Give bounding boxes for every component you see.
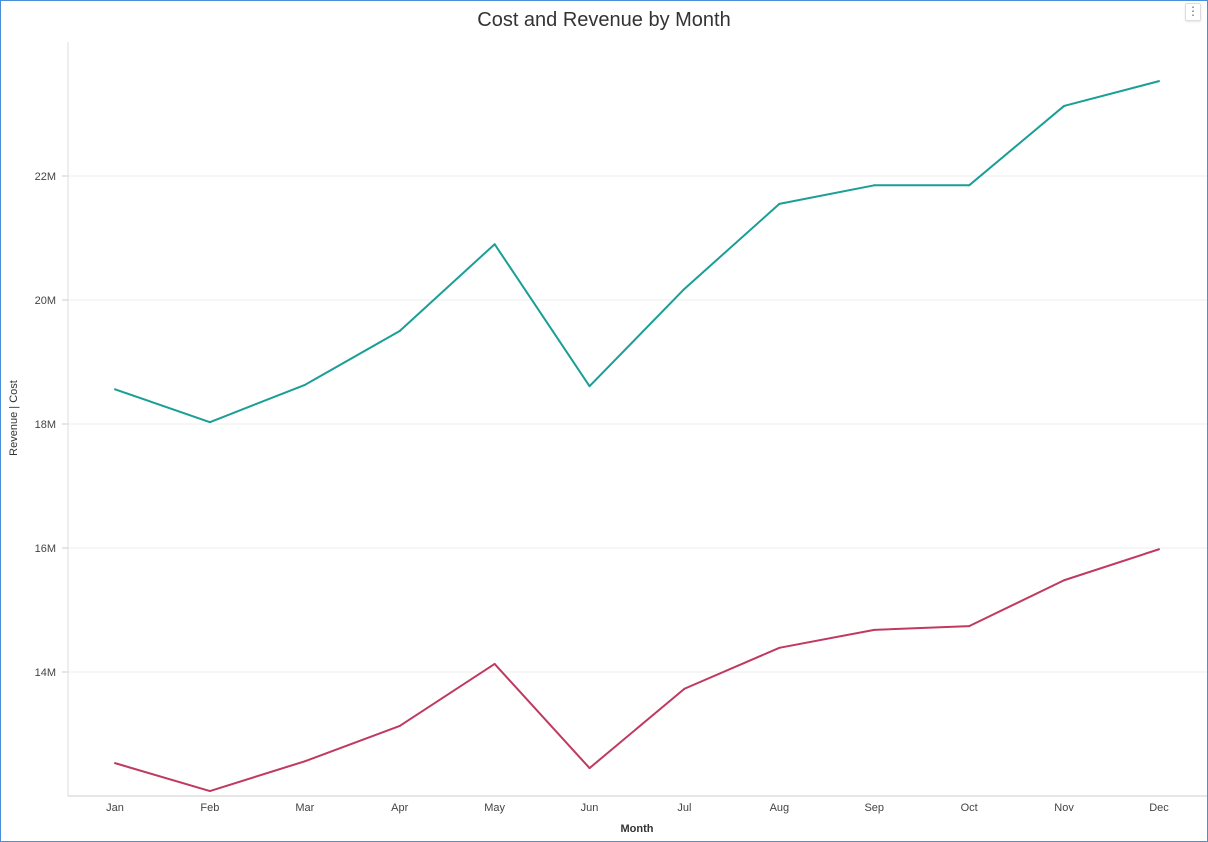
- data-point: [1063, 104, 1066, 107]
- data-point: [208, 421, 211, 424]
- x-tick-label: Oct: [961, 802, 978, 814]
- data-point: [114, 388, 116, 391]
- data-point: [968, 184, 971, 187]
- y-tick-label: 16M: [35, 543, 56, 555]
- data-point: [873, 628, 876, 631]
- x-tick-label: Aug: [770, 802, 790, 814]
- data-point: [1158, 548, 1160, 551]
- data-point: [208, 790, 211, 793]
- y-tick-label: 14M: [35, 667, 56, 679]
- data-point: [778, 202, 781, 205]
- data-point: [683, 687, 686, 690]
- data-point: [398, 724, 401, 727]
- data-point: [398, 330, 401, 332]
- data-point: [588, 767, 591, 770]
- data-point: [1158, 80, 1160, 83]
- x-tick-label: Dec: [1149, 802, 1169, 814]
- x-tick-label: Sep: [864, 802, 884, 814]
- data-point: [588, 385, 591, 388]
- y-tick-label: 18M: [35, 419, 56, 431]
- data-point: [303, 383, 306, 386]
- data-point: [493, 243, 496, 246]
- series-line-0: [114, 80, 1160, 424]
- x-tick-label: Jan: [106, 802, 124, 814]
- data-point: [303, 760, 306, 763]
- data-point: [114, 762, 116, 765]
- x-tick-label: Mar: [295, 802, 314, 814]
- data-point: [778, 646, 781, 649]
- series-line-1: [114, 548, 1160, 793]
- x-tick-label: Feb: [200, 802, 219, 814]
- x-tick-label: Nov: [1054, 802, 1074, 814]
- x-tick-label: Apr: [391, 802, 408, 814]
- y-tick-label: 20M: [35, 295, 56, 307]
- data-point: [683, 287, 686, 290]
- data-point: [1063, 579, 1066, 582]
- data-point: [493, 662, 496, 665]
- data-point: [873, 184, 876, 187]
- x-tick-label: May: [484, 802, 505, 814]
- y-tick-label: 22M: [35, 171, 56, 183]
- line-chart: 14M 16M 18M 20M 22M Jan Feb Mar Apr May Jun Jul Aug S…: [35, 42, 1207, 814]
- x-tick-label: Jun: [581, 802, 599, 814]
- data-point: [968, 625, 971, 628]
- x-tick-label: Jul: [677, 802, 691, 814]
